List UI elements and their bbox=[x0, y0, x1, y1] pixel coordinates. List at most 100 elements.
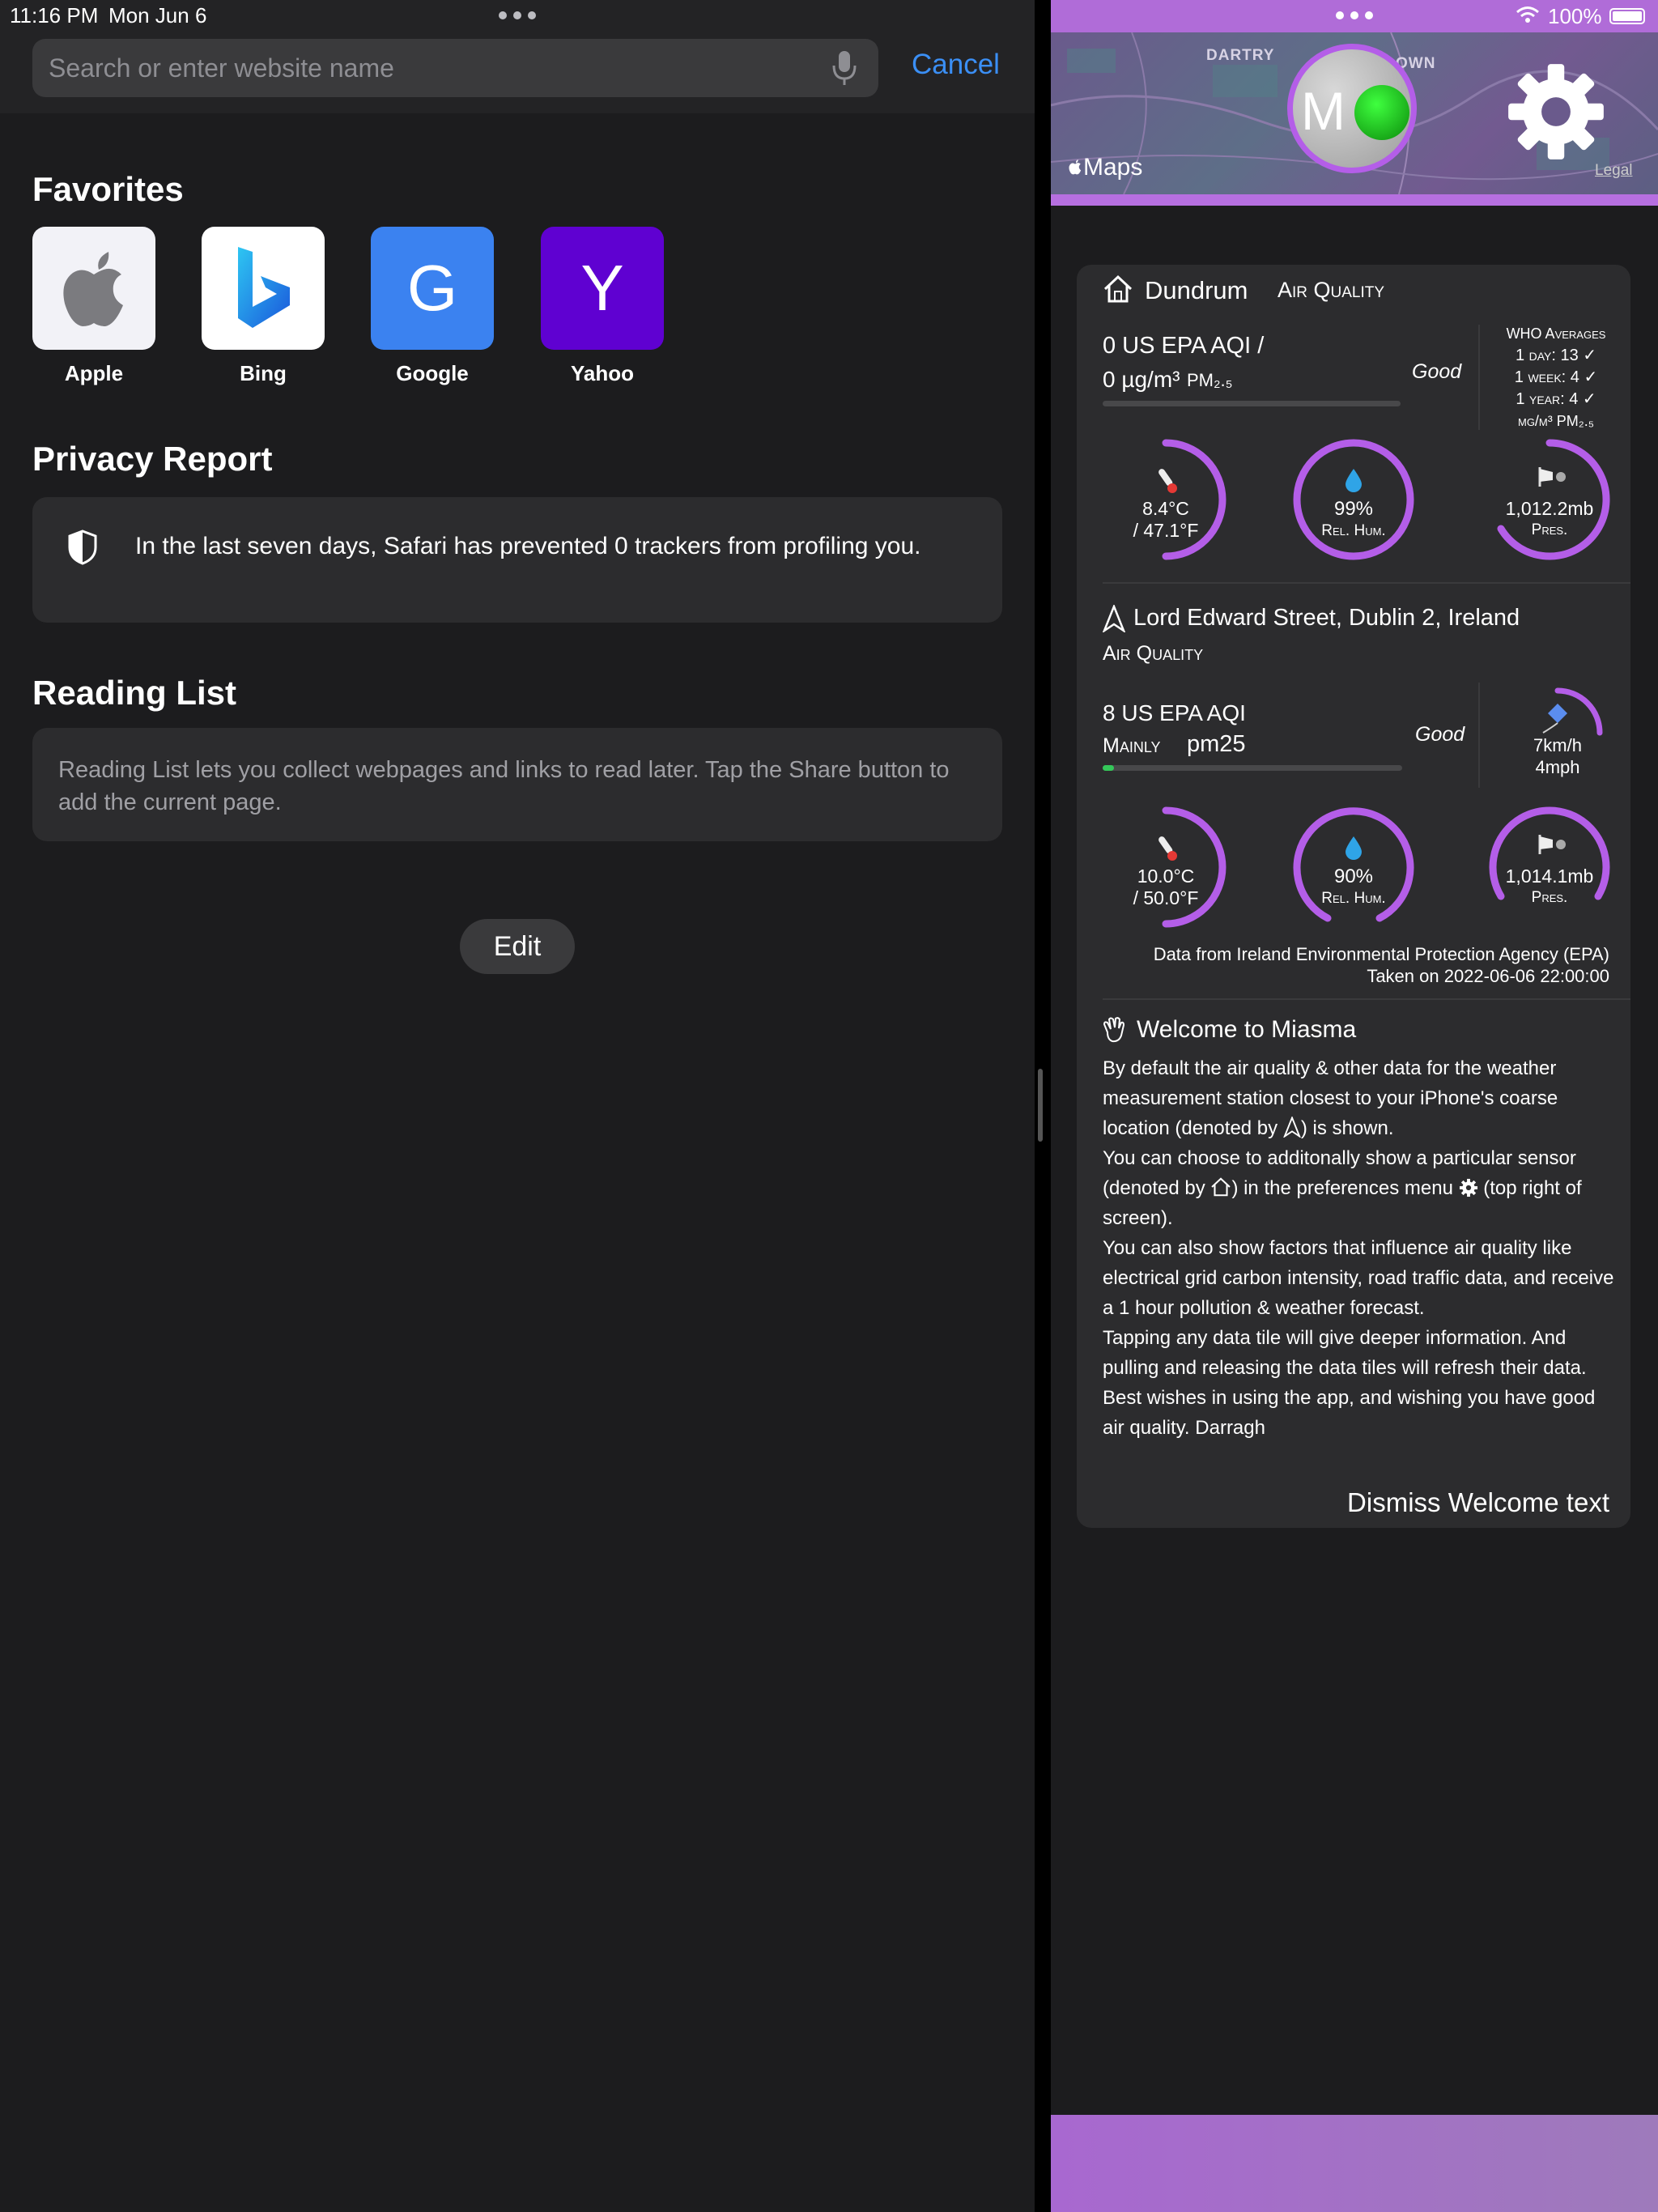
wifi-icon bbox=[1516, 6, 1539, 23]
favorite-label: Apple bbox=[64, 361, 124, 385]
welcome-text: By default the air quality & other data … bbox=[1103, 1053, 1621, 1443]
reading-list-card: Reading List lets you collect webpages a… bbox=[32, 728, 1002, 841]
station1-pressure-label: Pres. bbox=[1531, 521, 1568, 538]
map-label: DARTRY bbox=[1206, 47, 1275, 64]
multitasking-dots-icon[interactable] bbox=[1336, 11, 1373, 19]
who-unit: µg/m³ PM₂.₅ bbox=[1517, 413, 1594, 429]
welcome-p5: Best wishes in using the app, and wishin… bbox=[1103, 1387, 1596, 1439]
station2-temp-c: 10.0°C bbox=[1137, 866, 1195, 887]
thermometer-icon bbox=[1158, 469, 1177, 493]
favorite-label: Bing bbox=[240, 361, 287, 385]
who-title: WHO Averages bbox=[1506, 325, 1606, 342]
welcome-p1b: ) is shown. bbox=[1300, 1117, 1394, 1139]
battery-icon bbox=[1609, 8, 1645, 24]
separator bbox=[1103, 998, 1630, 1000]
station1-humidity-label: Rel. Hum. bbox=[1321, 522, 1386, 539]
thermometer-icon bbox=[1158, 836, 1177, 861]
station2-aqi[interactable]: 8 US EPA AQI bbox=[1103, 700, 1246, 726]
who-year: 1 year: 4 ✓ bbox=[1516, 390, 1596, 408]
search-placeholder: Search or enter website name bbox=[49, 53, 394, 83]
station2-humidity: 90% bbox=[1333, 866, 1374, 887]
separator bbox=[1478, 325, 1480, 430]
waving-hand-icon bbox=[1103, 1017, 1125, 1043]
apple-logo-icon bbox=[1069, 160, 1082, 175]
reading-list-text: Reading List lets you collect webpages a… bbox=[58, 757, 950, 815]
location-arrow-icon bbox=[1103, 605, 1125, 632]
yahoo-letter-icon: Y bbox=[541, 227, 664, 350]
privacy-report-card[interactable]: In the last seven days, Safari has preve… bbox=[32, 497, 1002, 623]
separator bbox=[1478, 683, 1480, 788]
data-source-text: Data from Ireland Environmental Protecti… bbox=[1153, 944, 1609, 964]
station1-pm-value: 0 µg/m³ bbox=[1103, 367, 1180, 392]
location-arrow-icon bbox=[1282, 1115, 1302, 1138]
edit-button[interactable]: Edit bbox=[460, 919, 575, 974]
station1-suffix: Air Quality bbox=[1278, 278, 1385, 302]
status-time: 11:16 PM bbox=[10, 3, 99, 28]
who-averages[interactable]: WHO Averages 1 day: 13 ✓ 1 week: 4 ✓ 1 y… bbox=[1482, 323, 1630, 432]
gear-icon[interactable] bbox=[1504, 60, 1608, 164]
home-icon bbox=[1103, 274, 1133, 303]
who-week: 1 week: 4 ✓ bbox=[1514, 368, 1598, 386]
google-letter-icon: G bbox=[371, 227, 494, 350]
status-date: Mon Jun 6 bbox=[108, 3, 207, 28]
station2-wind-kmh: 7km/h bbox=[1533, 735, 1582, 755]
favorite-bing[interactable]: Bing bbox=[202, 227, 325, 386]
favorites-heading: Favorites bbox=[32, 170, 184, 208]
avatar[interactable]: M bbox=[1287, 44, 1417, 173]
cancel-button[interactable]: Cancel bbox=[912, 49, 1000, 81]
station2-name: Lord Edward Street, Dublin 2, Ireland bbox=[1133, 605, 1520, 631]
station1-aqi[interactable]: 0 US EPA AQI / bbox=[1103, 333, 1264, 359]
windsock-icon bbox=[1538, 467, 1566, 487]
station2-mainly: Mainly bbox=[1103, 734, 1161, 757]
microphone-icon[interactable] bbox=[828, 48, 861, 88]
search-input[interactable]: Search or enter website name bbox=[32, 39, 878, 97]
station1-name: Dundrum bbox=[1145, 276, 1248, 304]
station2-wind-mph: 4mph bbox=[1535, 757, 1580, 777]
avatar-letter: M bbox=[1301, 81, 1346, 141]
station1-pm-unit: PM₂.₅ bbox=[1187, 370, 1233, 390]
favorite-yahoo[interactable]: Y Yahoo bbox=[541, 227, 664, 386]
privacy-report-text: In the last seven days, Safari has preve… bbox=[135, 533, 921, 559]
favorite-label: Google bbox=[396, 361, 469, 385]
station2-humidity-label: Rel. Hum. bbox=[1321, 890, 1386, 907]
bottom-bar bbox=[1051, 2115, 1658, 2212]
station1-temp-f: / 47.1°F bbox=[1133, 520, 1199, 541]
welcome-p3: You can also show factors that influence… bbox=[1103, 1237, 1614, 1319]
station1-pressure: 1,012.2mb bbox=[1505, 498, 1594, 519]
water-drop-icon bbox=[1346, 469, 1362, 492]
windsock-icon bbox=[1538, 835, 1566, 854]
bing-logo-icon bbox=[202, 227, 325, 350]
miasma-pane: 100% DARTRY OWN M Maps Legal Dundrum Air… bbox=[1051, 0, 1658, 2212]
status-dot-icon bbox=[1354, 85, 1409, 140]
separator bbox=[1103, 582, 1630, 584]
station2-suffix: Air Quality bbox=[1103, 642, 1204, 665]
multitasking-dots-icon[interactable] bbox=[499, 11, 536, 19]
station2-temp-f: / 50.0°F bbox=[1133, 887, 1199, 908]
station2-pressure: 1,014.1mb bbox=[1505, 866, 1594, 887]
station2-pollutant: pm25 bbox=[1187, 731, 1246, 757]
reading-list-heading: Reading List bbox=[32, 674, 237, 712]
battery-percent: 100% bbox=[1548, 4, 1602, 28]
maps-label: Maps bbox=[1083, 154, 1143, 181]
welcome-title: Welcome to Miasma bbox=[1137, 1016, 1357, 1043]
station1-rating: Good bbox=[1412, 360, 1462, 383]
favorite-apple[interactable]: Apple bbox=[32, 227, 155, 386]
data-source: Data from Ireland Environmental Protecti… bbox=[1154, 943, 1609, 987]
map-border bbox=[1051, 194, 1658, 206]
safari-pane: 11:16 PM Mon Jun 6 Search or enter websi… bbox=[0, 0, 1035, 2212]
station1-humidity: 99% bbox=[1333, 498, 1374, 520]
split-view-handle[interactable] bbox=[1038, 1069, 1043, 1142]
legal-link[interactable]: Legal bbox=[1595, 162, 1633, 180]
home-icon bbox=[1211, 1177, 1231, 1197]
apple-maps-attribution: Maps bbox=[1067, 154, 1142, 181]
data-taken-time: Taken on 2022-06-06 22:00:00 bbox=[1367, 966, 1609, 986]
station1-aqi-bar bbox=[1103, 401, 1401, 406]
shield-icon bbox=[68, 530, 97, 565]
favorite-google[interactable]: G Google bbox=[371, 227, 494, 386]
station1-temp-c: 8.4°C bbox=[1142, 498, 1189, 519]
data-tiles-card[interactable]: Dundrum Air Quality 0 US EPA AQI / 0 µg/… bbox=[1077, 265, 1630, 1528]
dismiss-welcome-button[interactable]: Dismiss Welcome text bbox=[1347, 1487, 1609, 1518]
welcome-p4: Tapping any data tile will give deeper i… bbox=[1103, 1327, 1587, 1379]
privacy-report-heading: Privacy Report bbox=[32, 440, 273, 478]
apple-logo-icon bbox=[32, 227, 155, 350]
